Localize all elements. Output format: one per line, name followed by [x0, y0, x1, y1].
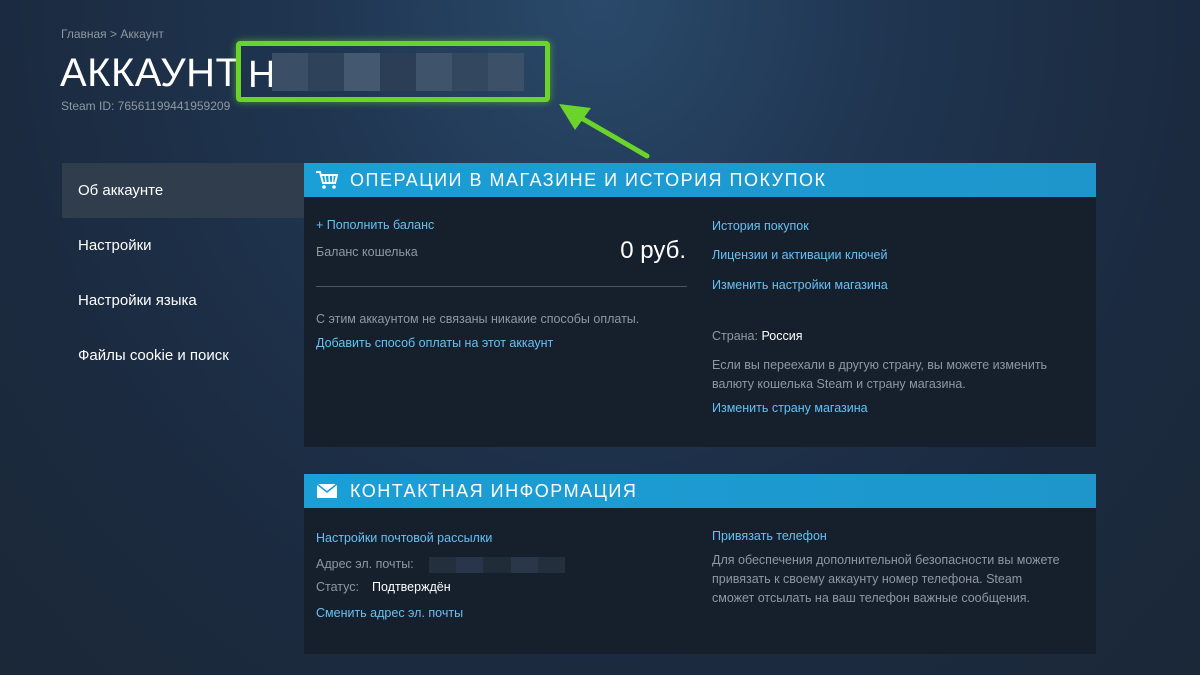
email-label: Адрес эл. почты: [316, 557, 414, 571]
change-store-country-link[interactable]: Изменить страну магазина [712, 401, 868, 415]
wallet-balance-label: Баланс кошелька [316, 245, 418, 259]
envelope-icon [314, 480, 340, 502]
balance-divider [316, 286, 687, 287]
cart-icon [314, 169, 340, 191]
sidebar-item-preferences[interactable]: Настройки [62, 218, 304, 273]
purchase-history-link[interactable]: История покупок [712, 219, 809, 233]
sidebar-item-account-details[interactable]: Об аккаунте [62, 163, 304, 218]
country-value: Россия [761, 329, 803, 343]
country-row: Страна: Россия [712, 329, 802, 343]
sidebar-item-label: Об аккаунте [78, 182, 164, 199]
sidebar-item-label: Файлы cookie и поиск [78, 347, 229, 364]
contact-panel-header: КОНТАКТНАЯ ИНФОРМАЦИЯ [304, 474, 1096, 508]
phone-note-line-2: привязать к своему аккаунту номер телефо… [712, 572, 1023, 586]
country-label: Страна: [712, 329, 758, 343]
newsletter-settings-link[interactable]: Настройки почтовой рассылки [316, 531, 492, 545]
wallet-balance-value: 0 руб. [620, 237, 686, 264]
store-purchase-panel: ОПЕРАЦИИ В МАГАЗИНЕ И ИСТОРИЯ ПОКУПОК + … [304, 163, 1096, 447]
contact-info-panel: КОНТАКТНАЯ ИНФОРМАЦИЯ Настройки почтовой… [304, 474, 1096, 654]
licenses-link[interactable]: Лицензии и активации ключей [712, 248, 887, 262]
email-status-value: Подтверждён [372, 580, 451, 594]
email-status-label: Статус: [316, 580, 359, 594]
store-preferences-link[interactable]: Изменить настройки магазина [712, 278, 888, 292]
sidebar-item-label: Настройки языка [78, 292, 197, 309]
contact-panel-title: КОНТАКТНАЯ ИНФОРМАЦИЯ [350, 480, 638, 501]
no-payment-methods-text: С этим аккаунтом не связаны никакие спос… [316, 312, 640, 326]
store-panel-header: ОПЕРАЦИИ В МАГАЗИНЕ И ИСТОРИЯ ПОКУПОК [304, 163, 1096, 197]
breadcrumb-separator: > [110, 27, 118, 41]
add-payment-method-link[interactable]: Добавить способ оплаты на этот аккаунт [316, 336, 553, 350]
account-sidebar: Об аккаунте Настройки Настройки языка Фа… [62, 163, 304, 383]
store-panel-title: ОПЕРАЦИИ В МАГАЗИНЕ И ИСТОРИЯ ПОКУПОК [350, 169, 827, 190]
phone-note-line-3: сможет отсылать на ваш телефон важные со… [712, 591, 1030, 605]
add-funds-link[interactable]: + Пополнить баланс [316, 218, 434, 232]
breadcrumb-current[interactable]: Аккаунт [120, 27, 163, 41]
sidebar-item-label: Настройки [78, 237, 152, 254]
phone-note-line-1: Для обеспечения дополнительной безопасно… [712, 553, 1060, 567]
move-note-line-1: Если вы переехали в другую страну, вы мо… [712, 358, 1048, 372]
sidebar-item-cookies[interactable]: Файлы cookie и поиск [62, 328, 304, 383]
change-email-link[interactable]: Сменить адрес эл. почты [316, 606, 463, 620]
breadcrumb: Главная > Аккаунт [61, 27, 164, 41]
pointer-arrow-icon [559, 104, 650, 159]
page-title: АККАУНТ [60, 51, 241, 95]
steam-id: Steam ID: 76561199441959209 [61, 99, 231, 113]
email-value-redacted [429, 557, 566, 573]
breadcrumb-home[interactable]: Главная [61, 27, 107, 41]
move-note-line-2: валюту кошелька Steam и страну магазина. [712, 377, 966, 391]
link-phone-link[interactable]: Привязать телефон [712, 529, 827, 543]
account-name-highlight [236, 41, 550, 102]
sidebar-item-language[interactable]: Настройки языка [62, 273, 304, 328]
